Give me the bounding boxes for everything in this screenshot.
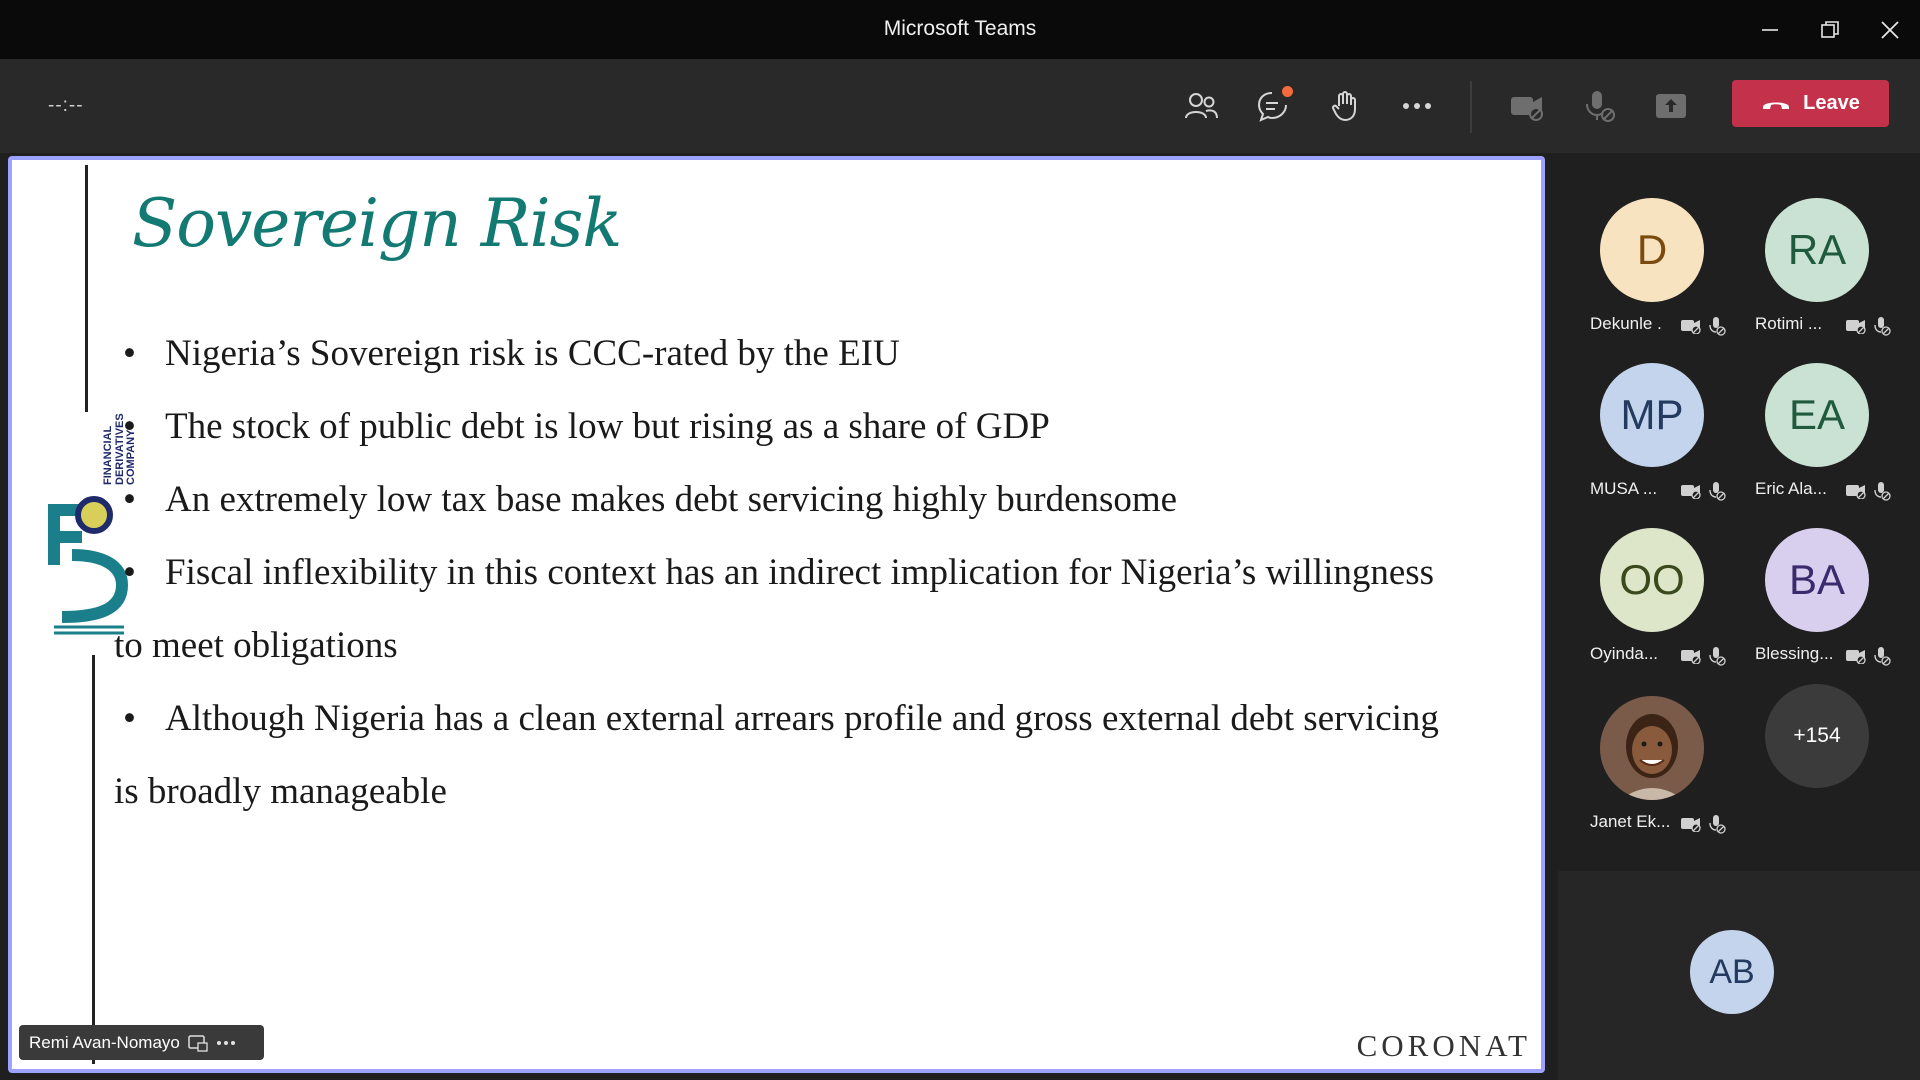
people-icon [1185, 93, 1218, 119]
slide-bullet: • An extremely low tax base makes debt se… [123, 479, 1178, 520]
participant-tile[interactable]: OO Oyinda... [1568, 496, 1733, 666]
slide-title: Sovereign Risk [132, 185, 622, 262]
slide-bullet-continuation: is broadly manageable [114, 771, 447, 812]
mic-off-icon [1586, 91, 1615, 122]
notification-dot [1282, 86, 1293, 97]
participants-button[interactable] [1178, 83, 1224, 129]
avatar: D [1600, 198, 1704, 302]
hand-icon [1332, 91, 1356, 122]
presentation-slide: FINANCIAL DERIVATIVES COMPANY Sovereign … [17, 165, 1536, 1064]
camera-off-icon [1681, 818, 1701, 832]
self-avatar[interactable]: AB [1690, 930, 1774, 1014]
share-screen-button[interactable] [1648, 83, 1694, 129]
participant-tile[interactable]: BA Blessing... [1733, 496, 1898, 666]
close-button[interactable] [1855, 0, 1920, 59]
title-bar: Microsoft Teams [0, 0, 1920, 59]
slide-bullet: • Fiscal inflexibility in this context ha… [123, 552, 1435, 593]
camera-off-icon [1511, 97, 1543, 121]
mic-off-icon [1709, 815, 1726, 834]
shared-content-stage[interactable]: FINANCIAL DERIVATIVES COMPANY Sovereign … [8, 156, 1545, 1073]
meeting-toolbar: --:-- Leave [0, 59, 1920, 153]
chat-button[interactable] [1250, 83, 1296, 129]
toolbar-divider [1470, 81, 1472, 133]
leave-button[interactable]: Leave [1732, 80, 1889, 127]
slide-bullet: • The stock of public debt is low but ris… [123, 406, 1050, 447]
slide-brand: CORONAT [1356, 1028, 1531, 1063]
screen-share-icon [188, 1034, 208, 1052]
camera-toggle-button[interactable] [1504, 83, 1550, 129]
slide-bullet: • Nigeria’s Sovereign risk is CCC-rated b… [123, 333, 900, 374]
camera-off-icon [1681, 650, 1701, 664]
participants-gallery: D Dekunle . RA Rotimi ... MP MUSA ... EA… [1558, 156, 1920, 871]
avatar: EA [1765, 363, 1869, 467]
participant-name: Oyinda... [1590, 644, 1659, 663]
more-icon [1403, 103, 1431, 109]
more-actions-button[interactable] [1394, 83, 1440, 129]
slide-bullet: • Although Nigeria has a clean external a… [123, 698, 1439, 739]
more-options-icon[interactable] [216, 1040, 236, 1046]
more-participants-button[interactable]: +154 [1765, 684, 1869, 788]
leave-label: Leave [1803, 92, 1860, 114]
participant-tile[interactable]: EA Eric Ala... [1733, 331, 1898, 501]
slide-bullet-continuation: to meet obligations [114, 625, 398, 666]
participant-tile[interactable]: D Dekunle . [1568, 166, 1733, 336]
slide-divider-line [85, 165, 88, 412]
avatar: OO [1600, 528, 1704, 632]
share-icon [1656, 94, 1686, 118]
close-icon [1881, 20, 1899, 39]
participant-tile[interactable]: Janet Ek... [1568, 664, 1733, 834]
user-photo-icon [1600, 696, 1704, 800]
camera-off-icon [1846, 650, 1866, 664]
presenter-name-tag[interactable]: Remi Avan-Nomayo [19, 1025, 264, 1060]
mic-toggle-button[interactable] [1576, 83, 1622, 129]
participant-name: Blessing... [1755, 644, 1834, 663]
avatar: RA [1765, 198, 1869, 302]
window-title: Microsoft Teams [883, 17, 1037, 40]
presenter-name: Remi Avan-Nomayo [29, 1032, 180, 1052]
avatar: BA [1765, 528, 1869, 632]
slide-divider-line [92, 655, 95, 1064]
mic-off-icon [1874, 647, 1891, 666]
minimize-icon [1762, 28, 1778, 31]
mic-off-icon [1709, 647, 1726, 666]
participant-name: Janet Ek... [1590, 812, 1671, 831]
raise-hand-button[interactable] [1322, 83, 1368, 129]
avatar: MP [1600, 363, 1704, 467]
avatar-photo [1600, 696, 1704, 800]
restore-icon [1821, 20, 1839, 38]
phone-hangup-icon [1763, 102, 1790, 109]
participant-tile[interactable]: RA Rotimi ... [1733, 166, 1898, 336]
meeting-timer: --:-- [48, 95, 84, 116]
participant-tile[interactable]: MP MUSA ... [1568, 331, 1733, 501]
